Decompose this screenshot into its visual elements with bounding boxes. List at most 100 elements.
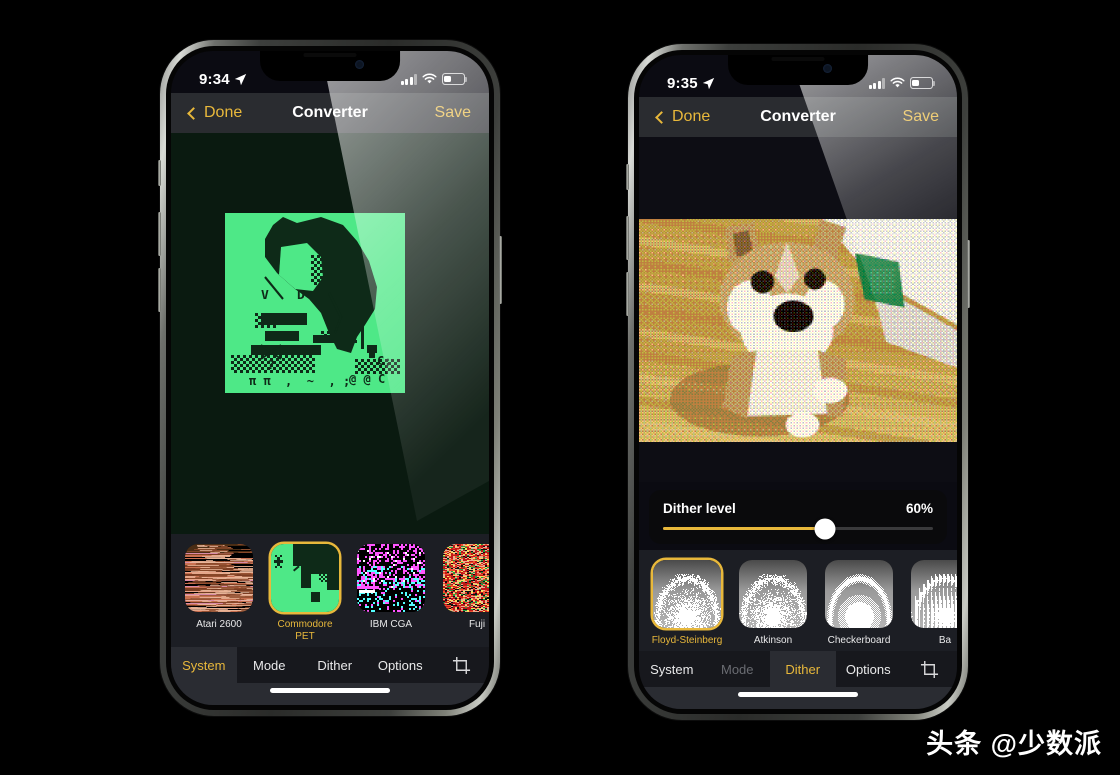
preset-strip-right[interactable]: Floyd-Steinberg Atkinson Checkerboard Ba (639, 550, 957, 651)
done-button-label: Done (204, 104, 243, 121)
cellular-bars-icon (400, 73, 417, 85)
tab-dither[interactable]: Dither (770, 651, 836, 687)
tab-options[interactable]: Options (368, 647, 434, 683)
dither-level-label: Dither level (663, 501, 736, 516)
cellular-bars-icon (868, 77, 885, 89)
dither-level-header: Dither level 60% (663, 501, 933, 516)
watermark: 头条 @少数派 (926, 729, 1102, 759)
image-canvas-right[interactable] (639, 137, 957, 482)
dither-level-card: Dither level 60% (649, 490, 947, 544)
preset-thumbnail (185, 544, 253, 612)
preset-label: Atari 2600 (196, 619, 242, 630)
home-indicator (639, 687, 957, 709)
volume-up-button[interactable] (626, 216, 629, 260)
done-button[interactable]: Done (187, 104, 243, 122)
converted-image (639, 219, 957, 442)
preset-thumbnail (653, 560, 721, 628)
screenshot-stage: 9:34 Done Converter Save Atari 2600 Comm… (0, 0, 1120, 775)
preset-item[interactable]: Atkinson (737, 560, 809, 647)
navigation-bar: Done Converter Save (639, 97, 957, 137)
image-canvas-left[interactable] (171, 133, 489, 534)
preset-thumbnail (357, 544, 425, 612)
home-indicator (171, 683, 489, 705)
status-icons (868, 77, 936, 89)
preset-thumb-wrap (443, 544, 489, 612)
preset-item[interactable]: Commodore PET (269, 544, 341, 643)
wifi-icon (890, 77, 905, 88)
preset-thumb-wrap (825, 560, 893, 628)
photo-frame (639, 219, 957, 442)
battery-icon (442, 73, 468, 85)
volume-up-button[interactable] (158, 212, 161, 256)
preset-item[interactable]: Floyd-Steinberg (651, 560, 723, 647)
location-arrow-icon (702, 77, 715, 89)
preset-label: Floyd-Steinberg (651, 635, 723, 646)
converted-image (225, 213, 405, 393)
earpiece-speaker (771, 57, 825, 61)
wifi-icon (422, 73, 437, 84)
preset-label: Checkerboard (827, 635, 891, 646)
preset-item[interactable]: Fuji (441, 544, 489, 643)
preset-item[interactable]: Ba (909, 560, 957, 647)
slider-thumb[interactable] (814, 518, 836, 539)
preset-thumbnail (825, 560, 893, 628)
crop-icon[interactable] (433, 647, 489, 683)
phone-right: 9:35 Done Converter Save Dither level 60… (626, 44, 970, 720)
front-camera-icon (822, 64, 832, 73)
volume-down-button[interactable] (626, 272, 629, 316)
preset-thumb-wrap (357, 544, 425, 612)
slider-fill (663, 527, 825, 530)
battery-icon (910, 77, 936, 89)
silent-switch[interactable] (158, 160, 161, 186)
preset-thumbnail (271, 544, 339, 612)
tab-mode[interactable]: Mode (237, 647, 303, 683)
done-button-label: Done (672, 108, 711, 125)
preset-label: IBM CGA (369, 619, 413, 630)
tab-dither[interactable]: Dither (302, 647, 368, 683)
preset-label: Atkinson (753, 635, 793, 646)
tab-bar-left[interactable]: System Mode Dither Options (171, 647, 489, 683)
page-title: Converter (292, 104, 368, 121)
status-time-text: 9:34 (199, 70, 230, 88)
navigation-bar: Done Converter Save (171, 93, 489, 133)
done-button[interactable]: Done (655, 108, 711, 126)
preset-label: Fuji (468, 619, 486, 630)
phone-left: 9:34 Done Converter Save Atari 2600 Comm… (158, 40, 502, 716)
power-button[interactable] (499, 236, 502, 304)
chevron-left-icon (187, 106, 200, 120)
preset-item[interactable]: Atari 2600 (183, 544, 255, 643)
preset-item[interactable]: Checkerboard (823, 560, 895, 647)
volume-down-button[interactable] (158, 268, 161, 312)
silent-switch[interactable] (626, 164, 629, 190)
phone-screen-left: 9:34 Done Converter Save Atari 2600 Comm… (171, 51, 489, 705)
crop-icon[interactable] (901, 651, 957, 687)
dynamic-island (728, 55, 868, 85)
dither-level-value: 60% (905, 501, 933, 516)
save-button[interactable]: Save (435, 104, 471, 122)
save-button[interactable]: Save (903, 108, 939, 126)
preset-thumbnail (739, 560, 807, 628)
location-arrow-icon (234, 73, 247, 85)
preset-thumb-wrap (911, 560, 957, 628)
page-title: Converter (760, 108, 836, 125)
tab-mode: Mode (720, 661, 754, 677)
dither-level-slider[interactable] (663, 518, 933, 539)
tab-bar-right[interactable]: System Mode Dither Options (639, 651, 957, 687)
preset-item[interactable]: IBM CGA (355, 544, 427, 643)
status-time: 9:35 (667, 75, 715, 92)
preset-thumb-wrap (653, 560, 721, 628)
tab-system[interactable]: System (639, 651, 705, 687)
tab-system[interactable]: System (171, 647, 237, 683)
power-button[interactable] (967, 240, 970, 308)
pet-artwork (171, 133, 489, 534)
status-time-text: 9:35 (667, 74, 698, 92)
preset-strip-left[interactable]: Atari 2600 Commodore PET IBM CGA Fuji (171, 534, 489, 647)
phone-screen-right: 9:35 Done Converter Save Dither level 60… (639, 55, 957, 709)
earpiece-speaker (303, 53, 357, 57)
preset-thumb-wrap (739, 560, 807, 628)
status-time: 9:34 (199, 71, 247, 88)
status-icons (400, 73, 468, 85)
tab-options[interactable]: Options (836, 651, 902, 687)
preset-thumb-wrap (271, 544, 339, 612)
dynamic-island (260, 51, 400, 81)
